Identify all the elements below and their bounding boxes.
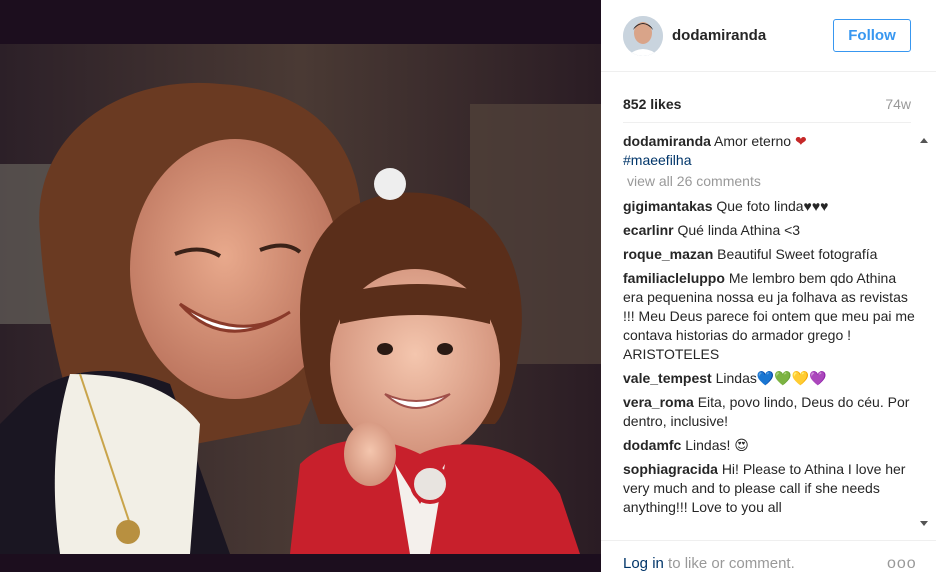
comment-item: dodamfc Lindas! 😍 [623,436,919,455]
login-link[interactable]: Log in [623,555,664,572]
comment-text: Beautiful Sweet fotografía [717,246,878,262]
post-stats: 852 likes 74w [623,96,911,116]
comment-item: vale_tempest Lindas💙💚💛💜 [623,369,919,388]
comment-item: sophiagracida Hi! Please to Athina I lov… [623,460,919,517]
comment-text: Lindas💙💚💛💜 [715,370,827,386]
post-footer: Log in to like or comment. ooo [601,540,936,572]
comments-scrollbar[interactable] [917,130,929,528]
comment-username[interactable]: gigimantakas [623,198,712,214]
comment-username[interactable]: vera_roma [623,394,694,410]
post-age[interactable]: 74w [885,96,911,112]
comment-username[interactable]: sophiagracida [623,461,718,477]
scroll-up-icon[interactable] [920,138,928,143]
more-options-icon[interactable]: ooo [887,555,917,572]
comment-username[interactable]: dodamfc [623,437,681,453]
comment-text: Que foto linda♥♥♥ [716,198,829,214]
likes-count[interactable]: 852 likes [623,96,681,112]
comment-list[interactable]: dodamiranda Amor eterno ❤ #maeefilha vie… [623,132,919,528]
post-panel: dodamiranda Follow 852 likes 74w dodamir… [601,0,936,572]
avatar[interactable] [623,16,663,56]
comment-username[interactable]: roque_mazan [623,246,713,262]
login-prompt: Log in to like or comment. [623,555,795,572]
heart-emoji: ❤ [794,133,807,149]
post-photo[interactable] [0,44,601,554]
photo-pane [0,0,601,572]
comment-item: ecarlinr Qué linda Athina <3 [623,221,919,240]
comment-username[interactable]: ecarlinr [623,222,674,238]
comment-text: Qué linda Athina <3 [677,222,801,238]
login-prompt-text: to like or comment. [663,555,795,572]
divider [623,122,911,123]
post-header: dodamiranda Follow [601,0,936,72]
comment-text: Lindas! 😍 [685,437,749,453]
scroll-down-icon[interactable] [920,521,928,526]
view-all-comments-link[interactable]: view all 26 comments [627,172,919,191]
avatar-image [623,16,663,56]
hashtag-link[interactable]: #maeefilha [623,151,919,170]
caption-text: Amor eterno [714,133,792,149]
follow-button[interactable]: Follow [833,19,911,52]
comment-username[interactable]: vale_tempest [623,370,712,386]
caption-username[interactable]: dodamiranda [623,133,711,149]
caption: dodamiranda Amor eterno ❤ #maeefilha [623,132,919,170]
comment-item: vera_roma Eita, povo lindo, Deus do céu.… [623,393,919,431]
comment-item: gigimantakas Que foto linda♥♥♥ [623,197,919,216]
comment-username[interactable]: familiacleluppo [623,270,725,286]
comment-item: roque_mazan Beautiful Sweet fotografía [623,245,919,264]
comment-item: familiacleluppo Me lembro bem qdo Athina… [623,269,919,364]
username-link[interactable]: dodamiranda [672,27,766,44]
